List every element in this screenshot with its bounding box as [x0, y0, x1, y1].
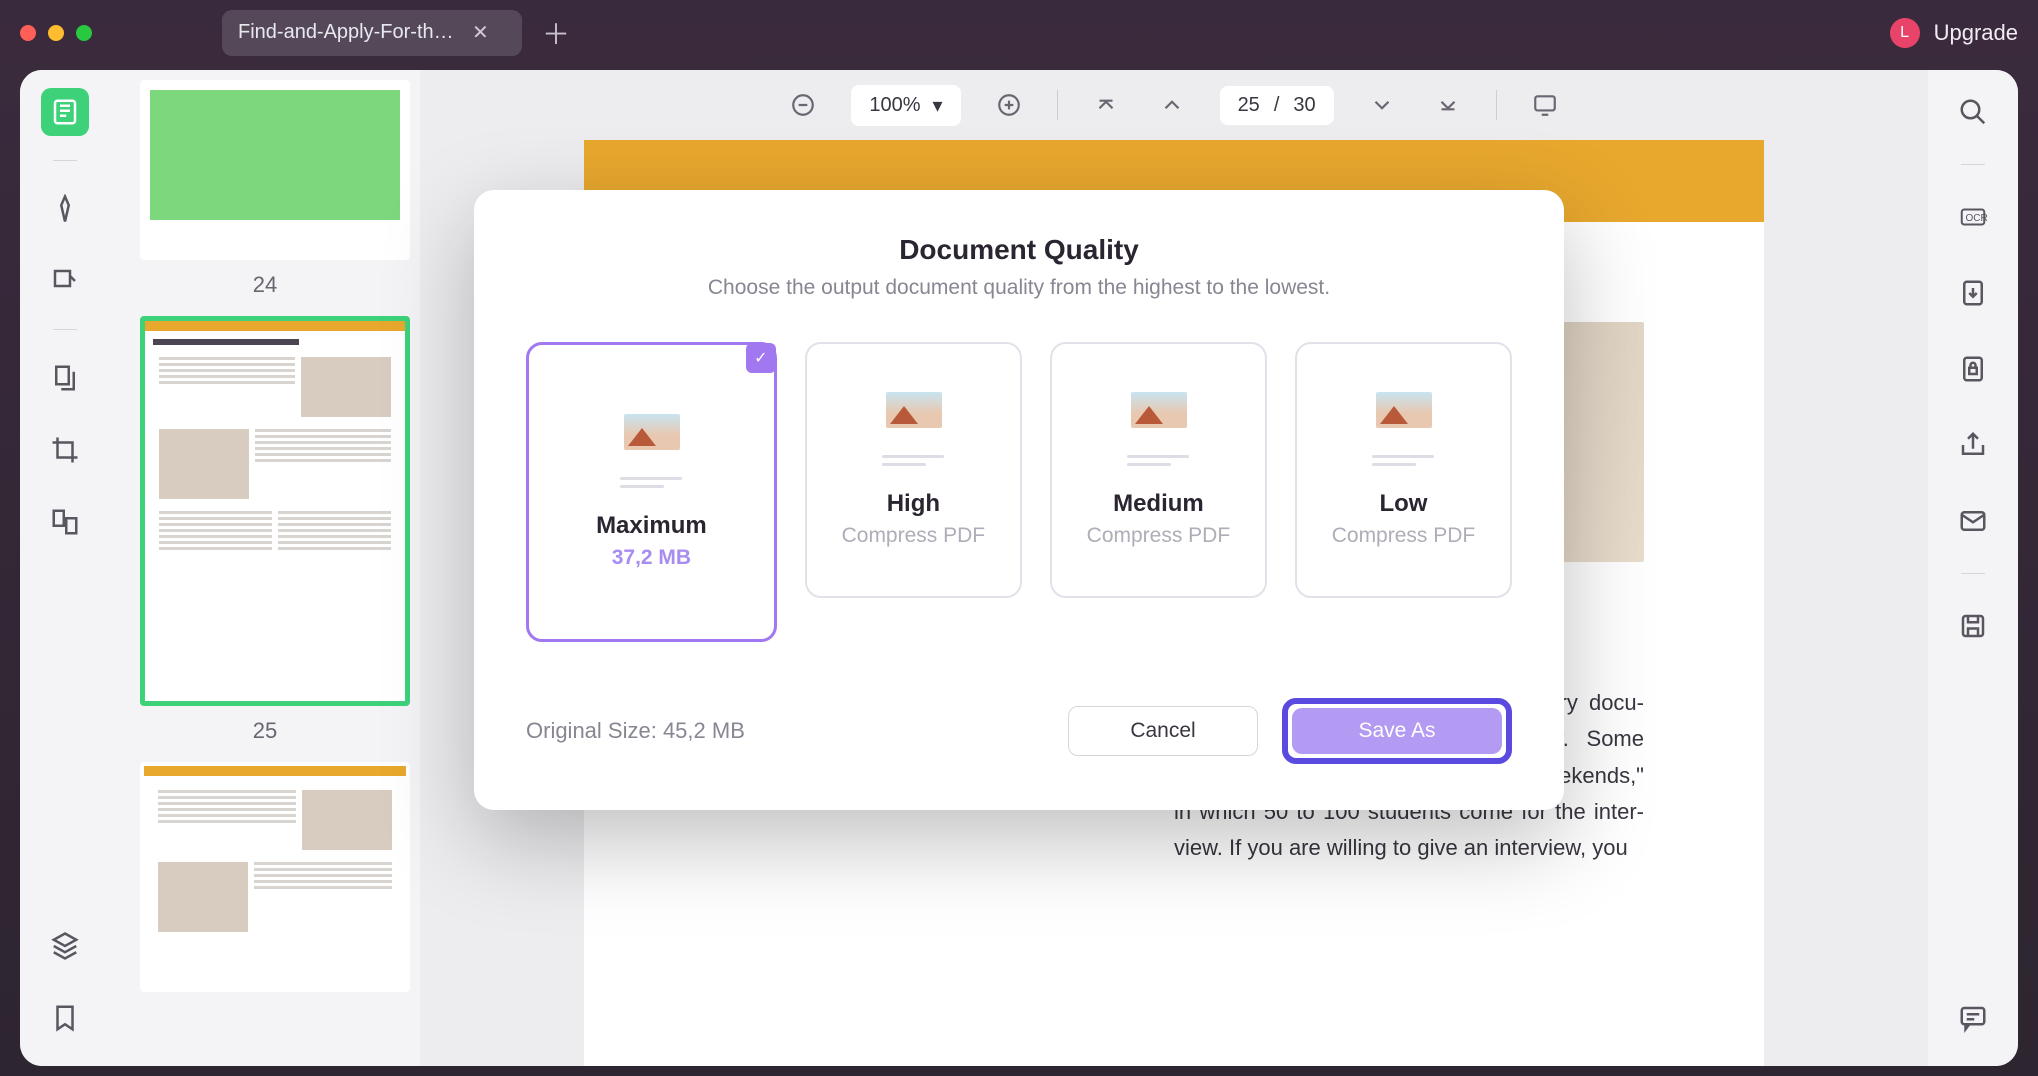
- quality-thumb-icon: [878, 392, 948, 466]
- svg-text:OCR: OCR: [1966, 213, 1988, 224]
- quality-option-medium[interactable]: Medium Compress PDF: [1050, 342, 1267, 598]
- presentation-button[interactable]: [1527, 87, 1563, 123]
- minimize-window-button[interactable]: [48, 25, 64, 41]
- quality-name: Medium: [1113, 490, 1204, 518]
- check-icon: ✓: [746, 343, 776, 373]
- zoom-select[interactable]: 100% ▾: [851, 85, 960, 126]
- separator: [53, 160, 77, 161]
- quality-sub: Compress PDF: [1332, 524, 1476, 548]
- zoom-out-button[interactable]: [785, 87, 821, 123]
- quality-option-low[interactable]: Low Compress PDF: [1295, 342, 1512, 598]
- quality-name: Low: [1379, 490, 1427, 518]
- save-button[interactable]: [1949, 602, 1997, 650]
- original-size-label: Original Size: 45,2 MB: [526, 718, 1044, 744]
- quality-sub: Compress PDF: [1087, 524, 1231, 548]
- quality-option-maximum[interactable]: ✓ Maximum 37,2 MB: [526, 342, 777, 642]
- annotate-tool-button[interactable]: [41, 257, 89, 305]
- zoom-value: 100%: [869, 94, 920, 117]
- first-page-button[interactable]: [1088, 87, 1124, 123]
- protect-button[interactable]: [1949, 345, 1997, 393]
- layers-button[interactable]: [41, 922, 89, 970]
- page-organize-button[interactable]: [41, 354, 89, 402]
- separator: [1961, 573, 1985, 574]
- dropdown-icon: ▾: [933, 93, 943, 118]
- share-button[interactable]: [1949, 421, 1997, 469]
- document-quality-dialog: Document Quality Choose the output docum…: [474, 190, 1564, 810]
- titlebar: Find-and-Apply-For-the-B… ✕ ＋ L Upgrade: [0, 0, 2038, 65]
- thumbnail-page-24[interactable]: 24: [140, 80, 390, 298]
- separator: [53, 329, 77, 330]
- right-toolbar: OCR: [1928, 70, 2018, 1066]
- quality-name: High: [887, 490, 940, 518]
- total-pages: 30: [1293, 94, 1315, 117]
- quality-thumb-icon: [1368, 392, 1438, 466]
- prev-page-button[interactable]: [1154, 87, 1190, 123]
- document-tab[interactable]: Find-and-Apply-For-the-B… ✕: [222, 10, 522, 56]
- quality-options: ✓ Maximum 37,2 MB High Compress PDF: [526, 342, 1512, 642]
- tab-title: Find-and-Apply-For-the-B…: [238, 21, 458, 44]
- separator: [1057, 90, 1058, 120]
- thumbnail-label: 24: [140, 272, 390, 298]
- quality-thumb-icon: [1123, 392, 1193, 466]
- separator: [1961, 164, 1985, 165]
- dialog-title: Document Quality: [526, 234, 1512, 266]
- thumbnail-page-26[interactable]: [140, 762, 390, 992]
- last-page-button[interactable]: [1430, 87, 1466, 123]
- quality-name: Maximum: [596, 512, 707, 540]
- new-tab-button[interactable]: ＋: [542, 13, 570, 53]
- compare-tool-button[interactable]: [41, 498, 89, 546]
- quality-sub: Compress PDF: [842, 524, 986, 548]
- save-as-button[interactable]: Save As: [1292, 708, 1502, 754]
- quality-thumb-icon: [616, 414, 686, 488]
- dialog-subtitle: Choose the output document quality from …: [526, 276, 1512, 300]
- convert-button[interactable]: [1949, 269, 1997, 317]
- reader-mode-button[interactable]: [41, 88, 89, 136]
- thumbnail-panel[interactable]: 24: [110, 70, 420, 1066]
- ocr-button[interactable]: OCR: [1949, 193, 1997, 241]
- close-window-button[interactable]: [20, 25, 36, 41]
- app-window: 24: [20, 70, 2018, 1066]
- separator: [1496, 90, 1497, 120]
- crop-tool-button[interactable]: [41, 426, 89, 474]
- quality-option-high[interactable]: High Compress PDF: [805, 342, 1022, 598]
- quality-size: 37,2 MB: [612, 546, 691, 570]
- email-button[interactable]: [1949, 497, 1997, 545]
- upgrade-link[interactable]: Upgrade: [1934, 20, 2018, 46]
- current-page: 25: [1238, 94, 1260, 117]
- window-controls: [20, 25, 92, 41]
- page-separator: /: [1274, 94, 1280, 117]
- dialog-footer: Original Size: 45,2 MB Cancel Save As: [526, 698, 1512, 764]
- user-avatar[interactable]: L: [1890, 18, 1920, 48]
- left-toolbar: [20, 70, 110, 1066]
- highlight-tool-button[interactable]: [41, 185, 89, 233]
- zoom-in-button[interactable]: [991, 87, 1027, 123]
- bookmark-button[interactable]: [41, 994, 89, 1042]
- search-button[interactable]: [1949, 88, 1997, 136]
- maximize-window-button[interactable]: [76, 25, 92, 41]
- cancel-button[interactable]: Cancel: [1068, 706, 1258, 756]
- close-tab-icon[interactable]: ✕: [472, 20, 489, 45]
- comments-button[interactable]: [1949, 994, 1997, 1042]
- thumbnail-page-25[interactable]: 25: [140, 316, 390, 744]
- page-indicator[interactable]: 25 / 30: [1220, 86, 1334, 125]
- document-toolbar: 100% ▾ 25 / 30: [420, 70, 1928, 140]
- next-page-button[interactable]: [1364, 87, 1400, 123]
- thumbnail-label: 25: [140, 718, 390, 744]
- save-as-highlight: Save As: [1282, 698, 1512, 764]
